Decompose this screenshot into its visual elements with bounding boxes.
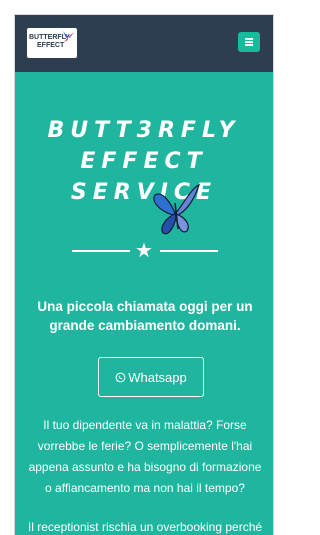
phone-frame: BUTTERFLY EFFECT BUTT3RFLY EFFECT SERVIC… (14, 14, 274, 535)
hero-title-line1: BUTT3RFLY (47, 118, 241, 143)
hero-divider: ★ (72, 240, 218, 262)
butterfly-icon (63, 31, 74, 42)
butterfly-icon (153, 184, 200, 235)
navbar: BUTTERFLY EFFECT (15, 15, 273, 72)
hero-title-line2: EFFECT (80, 149, 208, 174)
intro-paragraph: Il tuo dipendente va in malattia? Forse … (28, 418, 262, 495)
whatsapp-label: Whatsapp (128, 369, 187, 385)
menu-button[interactable] (238, 32, 260, 52)
logo[interactable]: BUTTERFLY EFFECT (27, 28, 77, 58)
hero-title-line3: SERVICE (70, 180, 218, 205)
star-icon: ★ (135, 240, 153, 262)
whatsapp-button[interactable]: Whatsapp (98, 357, 204, 397)
receptionist-paragraph: Il receptionist rischia un overbooking p… (27, 520, 263, 534)
hero-tagline: Una piccola chiamata oggi per un grande … (37, 299, 253, 333)
hamburger-icon (245, 37, 253, 48)
whatsapp-icon (115, 372, 126, 382)
